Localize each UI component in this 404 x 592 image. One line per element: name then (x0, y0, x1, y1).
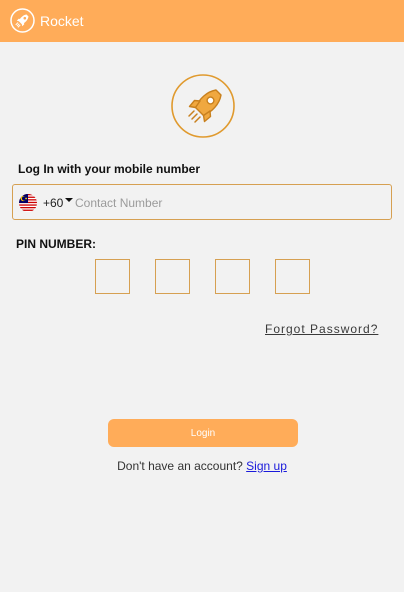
login-heading: Log In with your mobile number (18, 162, 200, 176)
signup-row: Don't have an account? Sign up (0, 458, 404, 474)
rocket-logo-icon (171, 74, 235, 138)
pin-label: PIN NUMBER: (16, 237, 96, 251)
pin-digit-1[interactable] (95, 259, 130, 294)
country-code[interactable]: +60 (43, 195, 63, 211)
login-button[interactable]: Login (108, 419, 298, 447)
pin-digit-2[interactable] (155, 259, 190, 294)
phone-input-group: +60 (12, 184, 392, 220)
pin-digit-4[interactable] (275, 259, 310, 294)
app-title: Rocket (40, 13, 84, 29)
app-header: Rocket (0, 0, 404, 42)
signup-prompt: Don't have an account? (117, 459, 243, 473)
rocket-icon (10, 8, 35, 33)
phone-input[interactable] (73, 193, 375, 213)
malaysia-flag-icon[interactable] (19, 194, 37, 212)
pin-digit-3[interactable] (215, 259, 250, 294)
chevron-down-icon[interactable] (65, 198, 73, 202)
signup-link[interactable]: Sign up (246, 459, 287, 473)
forgot-password-link[interactable]: Forgot Password? (265, 321, 378, 337)
